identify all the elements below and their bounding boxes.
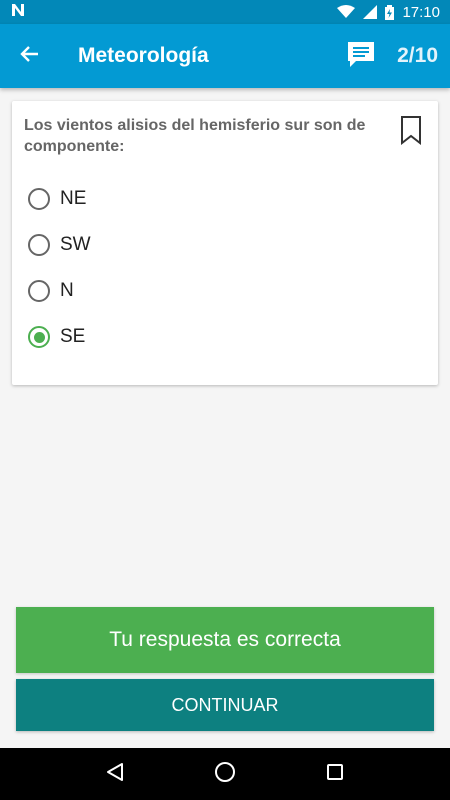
option-label: SW xyxy=(60,234,91,255)
radio-button[interactable] xyxy=(28,188,50,210)
continue-button[interactable]: CONTINUAR xyxy=(16,679,434,731)
comment-icon xyxy=(346,40,376,73)
feedback-banner: Tu respuesta es correcta xyxy=(16,607,434,673)
option-se[interactable]: SE xyxy=(28,314,418,360)
square-recents-icon xyxy=(326,763,344,786)
option-n[interactable]: N xyxy=(28,268,418,314)
nav-back-button[interactable] xyxy=(90,748,140,800)
status-left xyxy=(10,2,26,23)
radio-button[interactable] xyxy=(28,234,50,256)
option-label: N xyxy=(60,280,74,301)
app-bar: Meteorología 2/10 xyxy=(0,24,450,88)
back-button[interactable] xyxy=(0,24,60,88)
radio-button-selected[interactable] xyxy=(28,326,50,348)
triangle-back-icon xyxy=(105,762,125,787)
wifi-icon xyxy=(337,5,356,19)
page-title: Meteorología xyxy=(78,44,209,67)
option-label: SE xyxy=(60,326,86,347)
option-label: NE xyxy=(60,188,87,209)
comment-button[interactable] xyxy=(339,24,383,88)
status-time: 17:10 xyxy=(402,3,440,21)
signal-icon xyxy=(363,5,378,19)
navigation-bar xyxy=(0,748,450,800)
option-sw[interactable]: SW xyxy=(28,222,418,268)
answer-options: NE SW N SE xyxy=(28,176,418,360)
bookmark-icon xyxy=(400,116,422,149)
question-counter: 2/10 xyxy=(397,44,438,67)
arrow-back-icon xyxy=(20,44,40,69)
status-right: 17:10 xyxy=(337,4,440,21)
status-bar: 17:10 xyxy=(0,0,450,24)
circle-home-icon xyxy=(214,761,236,788)
nav-home-button[interactable] xyxy=(200,748,250,800)
question-card: Los vientos alisios del hemisferio sur s… xyxy=(12,101,438,385)
nav-recents-button[interactable] xyxy=(310,748,360,800)
radio-button[interactable] xyxy=(28,280,50,302)
question-text: Los vientos alisios del hemisferio sur s… xyxy=(24,117,366,155)
option-ne[interactable]: NE xyxy=(28,176,418,222)
bookmark-button[interactable] xyxy=(400,115,422,150)
battery-charging-icon xyxy=(385,4,395,20)
n-icon xyxy=(10,2,26,23)
